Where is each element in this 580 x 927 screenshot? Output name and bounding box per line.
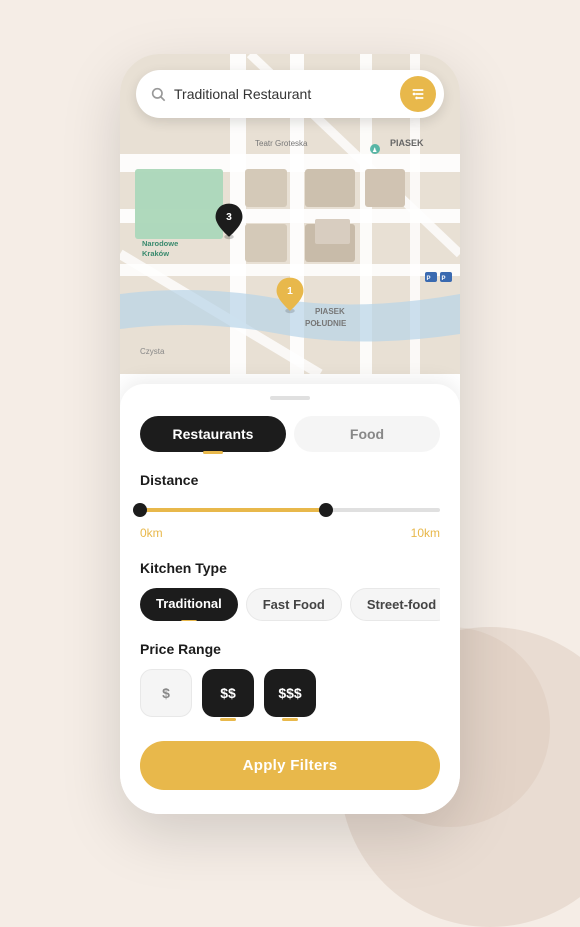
search-bar: Traditional Restaurant [136,70,444,118]
map-area: PIASEK PIASEK POŁUDNIE Czysta Narodowe K… [120,54,460,374]
kitchen-chips-container: Traditional Fast Food Street-food S [140,588,440,621]
svg-text:Czysta: Czysta [140,347,165,356]
svg-text:3: 3 [226,212,232,223]
svg-text:♟: ♟ [372,147,377,154]
price-range-section: Price Range $ $$ $$$ [140,641,440,717]
slider-fill [140,508,326,512]
search-icon [150,86,166,102]
chip-street-food[interactable]: Street-food [350,588,440,621]
price-chips-container: $ $$ $$$ [140,669,440,717]
svg-text:P: P [442,276,446,282]
distance-section: Distance 0km 10km [140,472,440,540]
svg-text:1: 1 [287,286,293,297]
svg-text:PIASEK: PIASEK [390,138,424,148]
svg-text:Teatr Groteska: Teatr Groteska [255,139,308,148]
kitchen-type-section: Kitchen Type Traditional Fast Food Stree… [140,560,440,621]
svg-text:PIASEK: PIASEK [315,307,345,316]
phone-container: PIASEK PIASEK POŁUDNIE Czysta Narodowe K… [120,54,460,814]
map-marker-1[interactable]: 1 [271,276,309,314]
svg-text:Narodowe: Narodowe [142,239,178,248]
price-chip-mid[interactable]: $$ [202,669,254,717]
kitchen-type-label: Kitchen Type [140,560,440,576]
slider-thumb-max[interactable] [319,503,333,517]
chip-traditional[interactable]: Traditional [140,588,238,621]
apply-filters-button[interactable]: Apply Filters [140,741,440,790]
slider-max-label: 10km [411,526,440,540]
svg-text:P: P [427,276,431,282]
svg-text:POŁUDNIE: POŁUDNIE [305,319,347,328]
distance-slider[interactable] [140,500,440,520]
distance-label: Distance [140,472,440,488]
map-marker-3[interactable]: 3 [210,202,248,240]
chip-fast-food[interactable]: Fast Food [246,588,342,621]
slider-labels: 0km 10km [140,526,440,540]
svg-text:Kraków: Kraków [142,249,169,258]
tab-food[interactable]: Food [294,416,440,452]
bottom-sheet: Restaurants Food Distance 0km 10km [120,384,460,814]
slider-min-label: 0km [140,526,163,540]
price-chip-premium[interactable]: $$$ [264,669,316,717]
price-range-label: Price Range [140,641,440,657]
search-input-text[interactable]: Traditional Restaurant [174,86,400,102]
tab-restaurants[interactable]: Restaurants [140,416,286,452]
price-chip-budget[interactable]: $ [140,669,192,717]
tabs-container: Restaurants Food [140,416,440,452]
slider-thumb-min[interactable] [133,503,147,517]
filter-button[interactable] [400,76,436,112]
drag-handle [270,396,310,400]
